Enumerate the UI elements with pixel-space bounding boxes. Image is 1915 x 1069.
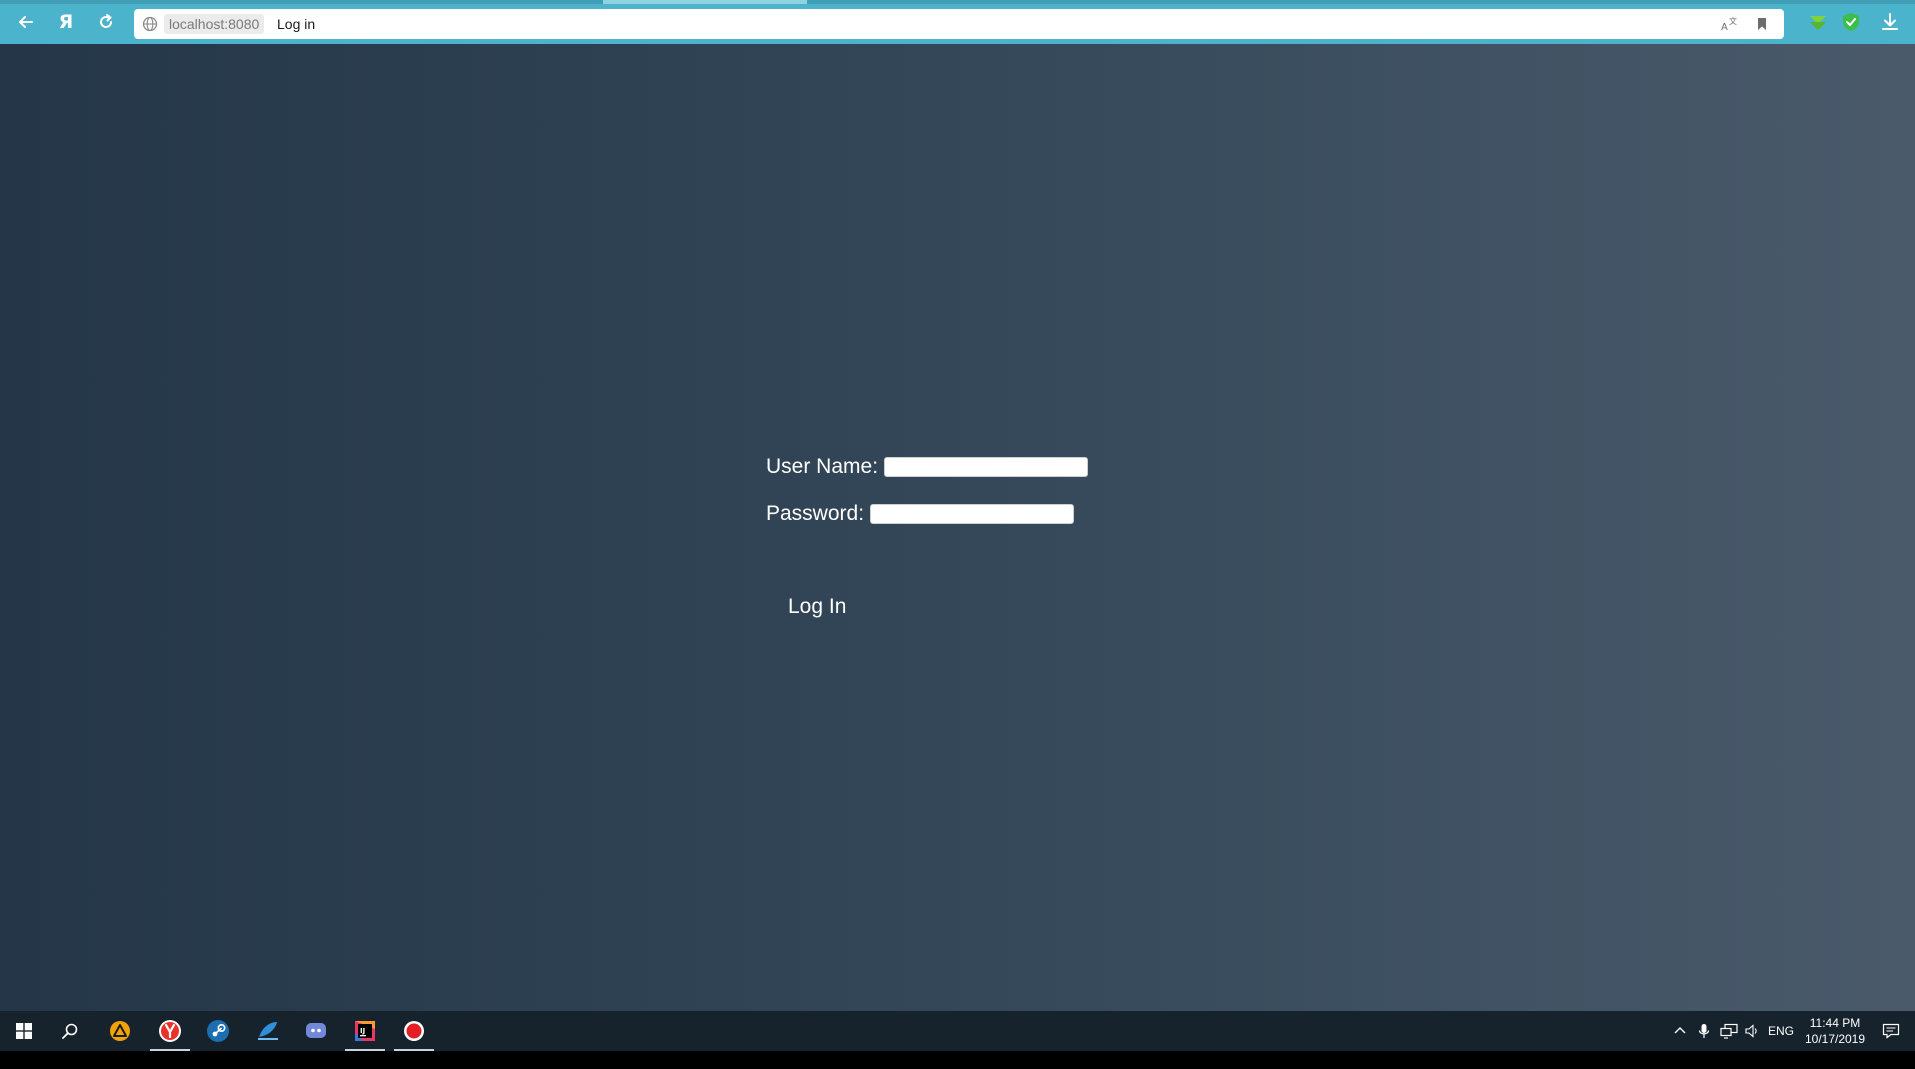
password-row: Password:: [766, 501, 1075, 527]
speaker-icon: [1745, 1024, 1757, 1038]
active-tab-indicator[interactable]: [603, 0, 807, 4]
page-content: User Name: Password: Log In: [0, 44, 1915, 1011]
protect-shield-icon: [1843, 13, 1859, 31]
steam-icon: [207, 1020, 229, 1042]
bookmark-button[interactable]: [1753, 15, 1771, 33]
taskbar-recorder[interactable]: [390, 1011, 438, 1051]
feather-app-icon: [258, 1022, 278, 1040]
tab-indicator: [807, 0, 1915, 4]
search-icon: [62, 1023, 78, 1039]
bookmark-icon: [1758, 18, 1766, 30]
address-bar[interactable]: localhost:8080 Log in A 文: [134, 9, 1784, 39]
record-icon: [404, 1021, 424, 1041]
microphone-button[interactable]: [1694, 1011, 1714, 1051]
username-row: User Name:: [766, 454, 1089, 480]
taskbar-intellij-idea[interactable]: IJ: [341, 1011, 389, 1051]
login-button[interactable]: Log In: [788, 594, 846, 620]
page-title: Log in: [277, 16, 316, 32]
microphone-icon: [1698, 1024, 1710, 1038]
volume-button[interactable]: [1742, 1011, 1762, 1051]
notification-icon: [1882, 1023, 1900, 1039]
download-extension-button[interactable]: [1807, 11, 1829, 33]
translate-icon: A 文: [1721, 16, 1737, 33]
app-triangle-icon: [110, 1021, 130, 1041]
back-arrow-icon: [19, 16, 33, 28]
yandex-logo-icon: Я: [58, 11, 74, 33]
browser-toolbar: Я localhost:8080 Log in A 文: [0, 0, 1915, 44]
globe-icon: [142, 16, 158, 32]
start-button[interactable]: [0, 1011, 48, 1051]
taskbar-app-triangle[interactable]: [96, 1011, 144, 1051]
username-label: User Name:: [766, 455, 879, 478]
search-button[interactable]: [46, 1011, 94, 1051]
intellij-idea-icon: IJ: [355, 1021, 375, 1041]
reload-button[interactable]: [92, 8, 120, 36]
password-label: Password:: [766, 502, 865, 525]
download-arrow-extension-icon: [1810, 16, 1826, 30]
reload-icon: [100, 14, 113, 28]
protect-extension-button[interactable]: [1840, 11, 1862, 33]
tab-indicator: [0, 0, 603, 4]
taskbar-steam[interactable]: [194, 1011, 242, 1051]
yandex-home-button[interactable]: Я: [52, 8, 80, 36]
show-hidden-icons-button[interactable]: [1670, 1011, 1690, 1051]
yandex-browser-icon: [159, 1020, 181, 1042]
svg-text:A: A: [1721, 22, 1728, 33]
svg-text:IJ: IJ: [360, 1027, 365, 1035]
discord-icon: [306, 1023, 326, 1038]
password-input[interactable]: [870, 504, 1075, 524]
taskbar: IJ ENG 11:44 PM 10/17/2019: [0, 1011, 1915, 1051]
language-label: ENG: [1767, 1024, 1794, 1038]
clock-date: 10/17/2019: [1804, 1032, 1866, 1046]
network-button[interactable]: [1718, 1011, 1740, 1051]
network-icon: [1720, 1023, 1738, 1039]
taskbar-yandex-browser[interactable]: [146, 1011, 194, 1051]
language-indicator[interactable]: ENG: [1766, 1011, 1796, 1051]
clock-time: 11:44 PM: [1809, 1016, 1861, 1030]
chevron-up-icon: [1674, 1027, 1686, 1034]
action-center-button[interactable]: [1874, 1011, 1908, 1051]
translate-button[interactable]: A 文: [1720, 15, 1738, 33]
back-button[interactable]: [12, 8, 40, 36]
downloads-button[interactable]: [1879, 11, 1901, 33]
url-domain[interactable]: localhost:8080: [164, 14, 265, 34]
clock[interactable]: 11:44 PM 10/17/2019: [1798, 1015, 1872, 1047]
screen-bottom-edge: [0, 1051, 1915, 1069]
tab-strip: [0, 0, 1915, 4]
username-input[interactable]: [884, 457, 1089, 477]
taskbar-discord[interactable]: [292, 1011, 340, 1051]
downloads-icon: [1882, 13, 1898, 30]
taskbar-feather-app[interactable]: [244, 1011, 292, 1051]
windows-start-icon: [16, 1023, 32, 1039]
svg-text:文: 文: [1729, 16, 1737, 26]
